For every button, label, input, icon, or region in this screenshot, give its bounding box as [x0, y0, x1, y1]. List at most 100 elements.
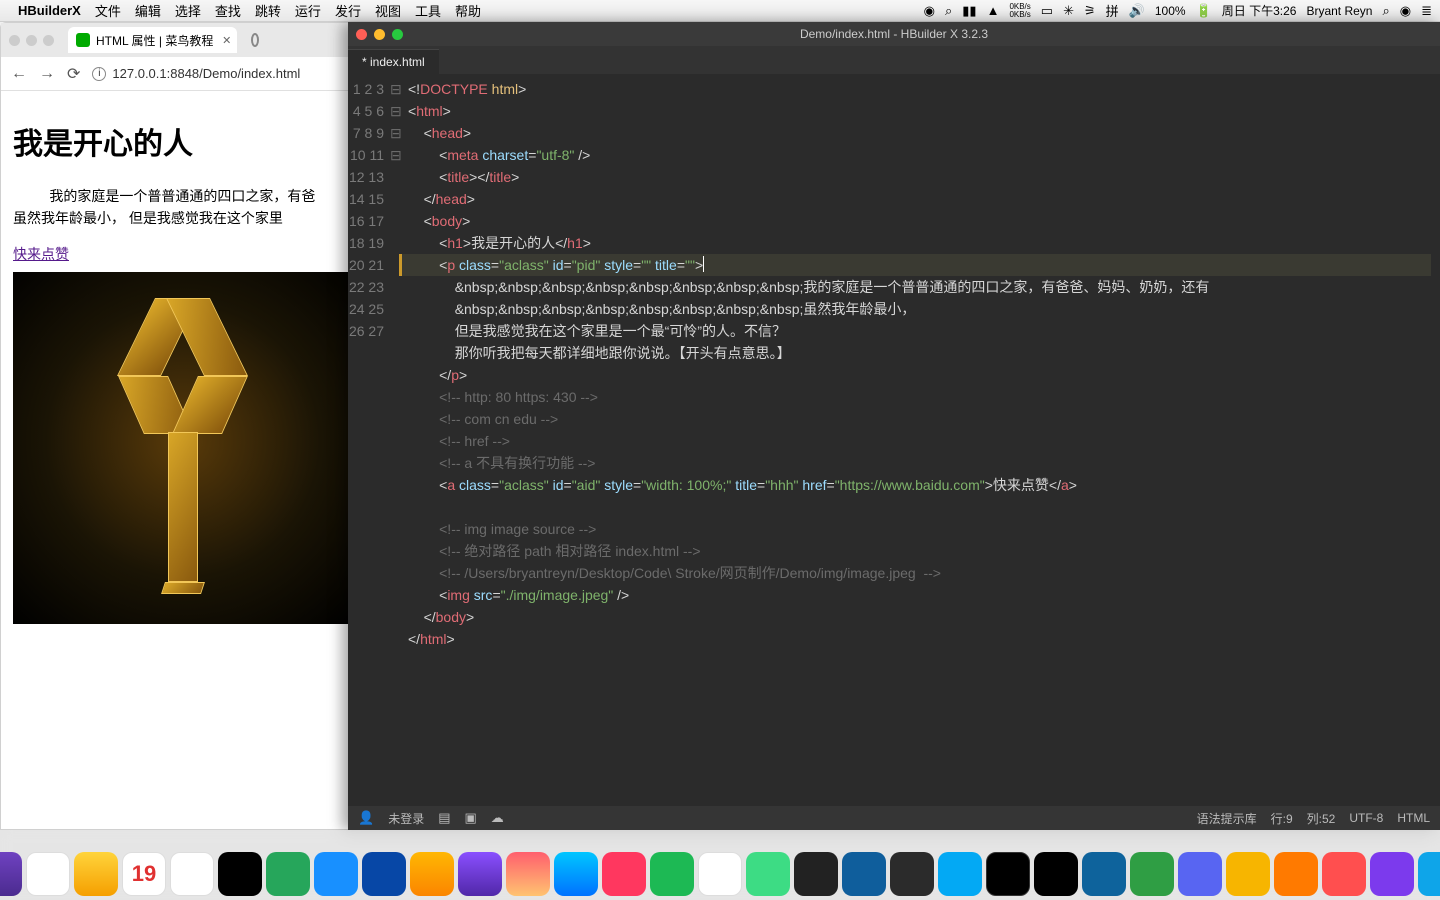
menu-file[interactable]: 文件 — [95, 1, 121, 20]
dock-wechat[interactable] — [314, 852, 358, 896]
editor-statusbar: 👤 未登录 ▤ ▣ ☁ 语法提示库 行:9 列:52 UTF-8 HTML — [348, 806, 1440, 830]
dock-folder2[interactable] — [1274, 852, 1318, 896]
back-button[interactable]: ← — [11, 65, 27, 83]
battery-icon[interactable]: 🔋 — [1196, 3, 1212, 19]
user-name[interactable]: Bryant Reyn — [1306, 4, 1372, 18]
dock-appstore[interactable] — [554, 852, 598, 896]
syntax-hint[interactable]: 语法提示库 — [1197, 810, 1257, 827]
favicon-icon — [76, 33, 90, 47]
dock-folder[interactable] — [1226, 852, 1270, 896]
menu-help[interactable]: 帮助 — [455, 1, 481, 20]
encoding[interactable]: UTF-8 — [1349, 811, 1383, 825]
preview-icon[interactable]: ☁ — [491, 810, 504, 826]
dock-vscode[interactable] — [938, 852, 982, 896]
list-icon[interactable]: ▤ — [438, 810, 450, 826]
network-speed: 0KB/s0KB/s — [1009, 3, 1030, 19]
input-source-icon[interactable]: 拼 — [1106, 1, 1119, 20]
dock-qq[interactable] — [362, 852, 406, 896]
browser-tab-2[interactable] — [243, 27, 283, 53]
dock-pycharm[interactable] — [1082, 852, 1126, 896]
menu-view[interactable]: 视图 — [375, 1, 401, 20]
dock-messages[interactable] — [266, 852, 310, 896]
dock: 19 — [0, 830, 1440, 900]
dock-android[interactable] — [746, 852, 790, 896]
cursor-line: 行:9 — [1271, 810, 1293, 827]
code-editor[interactable]: 1 2 3 4 5 6 7 8 9 10 11 12 13 14 15 16 1… — [348, 74, 1440, 806]
tab-title: HTML 属性 | 菜鸟教程 — [96, 32, 213, 49]
dock-notes[interactable] — [506, 852, 550, 896]
dock-terminal[interactable] — [794, 852, 838, 896]
menu-goto[interactable]: 跳转 — [255, 1, 281, 20]
language-mode[interactable]: HTML — [1397, 811, 1430, 825]
dock-docker[interactable] — [842, 852, 886, 896]
bluetooth-icon[interactable]: ✳ — [1063, 3, 1074, 19]
close-window-icon[interactable] — [356, 29, 367, 40]
menu-run[interactable]: 运行 — [295, 1, 321, 20]
page-link[interactable]: 快来点赞 — [13, 244, 69, 264]
battery-percent: 100% — [1155, 4, 1186, 18]
status-icon[interactable]: ◉ — [924, 3, 935, 19]
editor-title: Demo/index.html - HBuilder X 3.2.3 — [800, 27, 988, 41]
menu-find[interactable]: 查找 — [215, 1, 241, 20]
menu-edit[interactable]: 编辑 — [135, 1, 161, 20]
cursor-col: 列:52 — [1307, 810, 1336, 827]
browser-traffic-lights[interactable] — [9, 35, 54, 46]
dock-chrome[interactable] — [74, 852, 118, 896]
minimize-window-icon[interactable] — [374, 29, 385, 40]
dock-inner: 19 — [0, 830, 1440, 900]
search-icon[interactable]: ⌕ — [945, 3, 952, 19]
menu-select[interactable]: 选择 — [175, 1, 201, 20]
terminal-icon[interactable]: ▣ — [465, 810, 477, 826]
wifi-icon[interactable]: ⚞ — [1084, 3, 1096, 19]
dock-app2[interactable] — [1418, 852, 1440, 896]
menu-tools[interactable]: 工具 — [415, 1, 441, 20]
dock-intellij[interactable] — [890, 852, 934, 896]
site-info-icon[interactable]: i — [92, 67, 106, 81]
editor-window: Demo/index.html - HBuilder X 3.2.3 * ind… — [348, 22, 1440, 830]
editor-tab-index[interactable]: * index.html — [348, 49, 439, 74]
editor-tabs: * index.html — [348, 46, 1440, 74]
forward-button[interactable]: → — [39, 65, 55, 83]
login-status[interactable]: 未登录 — [388, 810, 424, 827]
dock-photos[interactable] — [218, 852, 262, 896]
display-icon[interactable]: ▭ — [1041, 3, 1053, 19]
browser-tab-1[interactable]: HTML 属性 | 菜鸟教程 ✕ — [68, 27, 237, 53]
spotlight-icon[interactable]: ⌕ — [1382, 3, 1389, 19]
dock-maps[interactable] — [458, 852, 502, 896]
fold-gutter[interactable]: ⊟ ⊟ ⊟ ⊟ — [390, 74, 402, 806]
mac-menubar: HBuilderX 文件 编辑 选择 查找 跳转 运行 发行 视图 工具 帮助 … — [0, 0, 1440, 22]
dock-mail[interactable] — [410, 852, 454, 896]
user-icon[interactable]: 👤 — [358, 810, 374, 826]
close-tab-icon[interactable]: ✕ — [222, 34, 231, 47]
dock-preview[interactable] — [170, 852, 214, 896]
siri-icon[interactable]: ◉ — [1400, 3, 1411, 19]
favicon-loading-icon — [251, 33, 259, 47]
dock-discord[interactable] — [1178, 852, 1222, 896]
status-bars-icon[interactable]: ▮▮ — [962, 3, 976, 19]
dock-iterm[interactable] — [986, 852, 1030, 896]
reload-button[interactable]: ⟳ — [67, 64, 80, 84]
zoom-window-icon[interactable] — [392, 29, 403, 40]
line-gutter[interactable]: 1 2 3 4 5 6 7 8 9 10 11 12 13 14 15 16 1… — [348, 74, 390, 806]
url-text: 127.0.0.1:8848/Demo/index.html — [112, 66, 300, 81]
menu-publish[interactable]: 发行 — [335, 1, 361, 20]
source-code[interactable]: <!DOCTYPE html> <html> <head> <meta char… — [402, 74, 1440, 806]
dock-podcasts[interactable] — [602, 852, 646, 896]
dock-calendar[interactable]: 19 — [122, 852, 166, 896]
dock-music[interactable] — [0, 852, 22, 896]
editor-traffic-lights[interactable] — [356, 29, 403, 40]
editor-titlebar[interactable]: Demo/index.html - HBuilder X 3.2.3 — [348, 22, 1440, 46]
dock-xcode[interactable] — [698, 852, 742, 896]
dock-wps[interactable] — [1130, 852, 1174, 896]
dock-music2[interactable] — [650, 852, 694, 896]
app-name[interactable]: HBuilderX — [18, 3, 81, 18]
dock-obs[interactable] — [1034, 852, 1078, 896]
status-cat-icon[interactable]: ▲ — [987, 3, 1000, 18]
dock-app[interactable] — [1370, 852, 1414, 896]
control-center-icon[interactable]: ≣ — [1421, 3, 1432, 19]
volume-icon[interactable]: 🔊 — [1129, 3, 1145, 19]
page-image — [13, 272, 353, 624]
clock[interactable]: 周日 下午3:26 — [1222, 2, 1297, 19]
dock-firefox[interactable] — [26, 852, 70, 896]
dock-folder3[interactable] — [1322, 852, 1366, 896]
